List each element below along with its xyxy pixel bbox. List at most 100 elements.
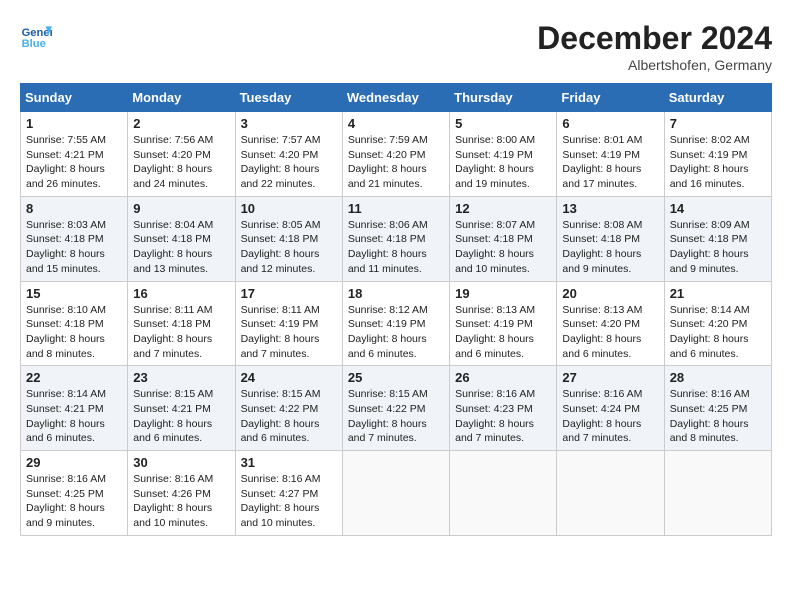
table-row: 30 Sunrise: 8:16 AMSunset: 4:26 PMDaylig…: [128, 451, 235, 536]
table-row: 29 Sunrise: 8:16 AMSunset: 4:25 PMDaylig…: [21, 451, 128, 536]
table-row: 14 Sunrise: 8:09 AMSunset: 4:18 PMDaylig…: [664, 196, 771, 281]
day-info: Sunrise: 8:00 AMSunset: 4:19 PMDaylight:…: [455, 133, 551, 192]
title-block: December 2024 Albertshofen, Germany: [537, 20, 772, 73]
table-row: 10 Sunrise: 8:05 AMSunset: 4:18 PMDaylig…: [235, 196, 342, 281]
day-info: Sunrise: 8:16 AMSunset: 4:25 PMDaylight:…: [670, 387, 766, 446]
table-row: 23 Sunrise: 8:15 AMSunset: 4:21 PMDaylig…: [128, 366, 235, 451]
table-row: 11 Sunrise: 8:06 AMSunset: 4:18 PMDaylig…: [342, 196, 449, 281]
table-row: 31 Sunrise: 8:16 AMSunset: 4:27 PMDaylig…: [235, 451, 342, 536]
day-info: Sunrise: 8:14 AMSunset: 4:21 PMDaylight:…: [26, 387, 122, 446]
day-info: Sunrise: 8:07 AMSunset: 4:18 PMDaylight:…: [455, 218, 551, 277]
table-row: [450, 451, 557, 536]
day-info: Sunrise: 8:16 AMSunset: 4:24 PMDaylight:…: [562, 387, 658, 446]
day-number: 31: [241, 455, 337, 470]
day-info: Sunrise: 7:55 AMSunset: 4:21 PMDaylight:…: [26, 133, 122, 192]
day-info: Sunrise: 8:16 AMSunset: 4:25 PMDaylight:…: [26, 472, 122, 531]
day-number: 30: [133, 455, 229, 470]
day-info: Sunrise: 8:13 AMSunset: 4:20 PMDaylight:…: [562, 303, 658, 362]
table-row: 1 Sunrise: 7:55 AMSunset: 4:21 PMDayligh…: [21, 112, 128, 197]
calendar-header-row: Sunday Monday Tuesday Wednesday Thursday…: [21, 84, 772, 112]
day-number: 4: [348, 116, 444, 131]
table-row: 3 Sunrise: 7:57 AMSunset: 4:20 PMDayligh…: [235, 112, 342, 197]
day-info: Sunrise: 8:11 AMSunset: 4:19 PMDaylight:…: [241, 303, 337, 362]
table-row: [664, 451, 771, 536]
table-row: 12 Sunrise: 8:07 AMSunset: 4:18 PMDaylig…: [450, 196, 557, 281]
day-info: Sunrise: 8:15 AMSunset: 4:22 PMDaylight:…: [241, 387, 337, 446]
header-monday: Monday: [128, 84, 235, 112]
table-row: 5 Sunrise: 8:00 AMSunset: 4:19 PMDayligh…: [450, 112, 557, 197]
day-number: 11: [348, 201, 444, 216]
day-number: 29: [26, 455, 122, 470]
table-row: 4 Sunrise: 7:59 AMSunset: 4:20 PMDayligh…: [342, 112, 449, 197]
table-row: 20 Sunrise: 8:13 AMSunset: 4:20 PMDaylig…: [557, 281, 664, 366]
day-number: 28: [670, 370, 766, 385]
day-info: Sunrise: 8:02 AMSunset: 4:19 PMDaylight:…: [670, 133, 766, 192]
day-number: 8: [26, 201, 122, 216]
day-number: 27: [562, 370, 658, 385]
day-number: 17: [241, 286, 337, 301]
day-info: Sunrise: 7:59 AMSunset: 4:20 PMDaylight:…: [348, 133, 444, 192]
calendar-week-row: 22 Sunrise: 8:14 AMSunset: 4:21 PMDaylig…: [21, 366, 772, 451]
table-row: 9 Sunrise: 8:04 AMSunset: 4:18 PMDayligh…: [128, 196, 235, 281]
day-info: Sunrise: 8:08 AMSunset: 4:18 PMDaylight:…: [562, 218, 658, 277]
table-row: 2 Sunrise: 7:56 AMSunset: 4:20 PMDayligh…: [128, 112, 235, 197]
day-number: 23: [133, 370, 229, 385]
day-info: Sunrise: 8:01 AMSunset: 4:19 PMDaylight:…: [562, 133, 658, 192]
page-header: General Blue December 2024 Albertshofen,…: [20, 20, 772, 73]
day-info: Sunrise: 8:06 AMSunset: 4:18 PMDaylight:…: [348, 218, 444, 277]
day-info: Sunrise: 8:13 AMSunset: 4:19 PMDaylight:…: [455, 303, 551, 362]
day-number: 15: [26, 286, 122, 301]
day-number: 7: [670, 116, 766, 131]
day-info: Sunrise: 8:15 AMSunset: 4:22 PMDaylight:…: [348, 387, 444, 446]
day-number: 13: [562, 201, 658, 216]
day-number: 18: [348, 286, 444, 301]
header-sunday: Sunday: [21, 84, 128, 112]
day-info: Sunrise: 8:12 AMSunset: 4:19 PMDaylight:…: [348, 303, 444, 362]
day-number: 25: [348, 370, 444, 385]
day-number: 3: [241, 116, 337, 131]
table-row: 27 Sunrise: 8:16 AMSunset: 4:24 PMDaylig…: [557, 366, 664, 451]
calendar-week-row: 1 Sunrise: 7:55 AMSunset: 4:21 PMDayligh…: [21, 112, 772, 197]
day-info: Sunrise: 7:57 AMSunset: 4:20 PMDaylight:…: [241, 133, 337, 192]
header-wednesday: Wednesday: [342, 84, 449, 112]
table-row: 7 Sunrise: 8:02 AMSunset: 4:19 PMDayligh…: [664, 112, 771, 197]
header-thursday: Thursday: [450, 84, 557, 112]
table-row: 6 Sunrise: 8:01 AMSunset: 4:19 PMDayligh…: [557, 112, 664, 197]
table-row: 28 Sunrise: 8:16 AMSunset: 4:25 PMDaylig…: [664, 366, 771, 451]
table-row: 18 Sunrise: 8:12 AMSunset: 4:19 PMDaylig…: [342, 281, 449, 366]
day-number: 9: [133, 201, 229, 216]
table-row: 25 Sunrise: 8:15 AMSunset: 4:22 PMDaylig…: [342, 366, 449, 451]
logo-icon: General Blue: [20, 20, 52, 52]
header-tuesday: Tuesday: [235, 84, 342, 112]
day-number: 20: [562, 286, 658, 301]
calendar-week-row: 29 Sunrise: 8:16 AMSunset: 4:25 PMDaylig…: [21, 451, 772, 536]
day-info: Sunrise: 8:14 AMSunset: 4:20 PMDaylight:…: [670, 303, 766, 362]
svg-text:Blue: Blue: [22, 38, 46, 50]
day-info: Sunrise: 8:15 AMSunset: 4:21 PMDaylight:…: [133, 387, 229, 446]
table-row: 24 Sunrise: 8:15 AMSunset: 4:22 PMDaylig…: [235, 366, 342, 451]
table-row: 26 Sunrise: 8:16 AMSunset: 4:23 PMDaylig…: [450, 366, 557, 451]
day-number: 6: [562, 116, 658, 131]
day-number: 14: [670, 201, 766, 216]
day-info: Sunrise: 8:16 AMSunset: 4:23 PMDaylight:…: [455, 387, 551, 446]
table-row: 17 Sunrise: 8:11 AMSunset: 4:19 PMDaylig…: [235, 281, 342, 366]
logo: General Blue: [20, 20, 52, 52]
day-number: 24: [241, 370, 337, 385]
day-info: Sunrise: 8:09 AMSunset: 4:18 PMDaylight:…: [670, 218, 766, 277]
day-info: Sunrise: 8:03 AMSunset: 4:18 PMDaylight:…: [26, 218, 122, 277]
location: Albertshofen, Germany: [537, 57, 772, 73]
day-info: Sunrise: 7:56 AMSunset: 4:20 PMDaylight:…: [133, 133, 229, 192]
table-row: 21 Sunrise: 8:14 AMSunset: 4:20 PMDaylig…: [664, 281, 771, 366]
table-row: [342, 451, 449, 536]
day-number: 22: [26, 370, 122, 385]
calendar-week-row: 15 Sunrise: 8:10 AMSunset: 4:18 PMDaylig…: [21, 281, 772, 366]
day-info: Sunrise: 8:11 AMSunset: 4:18 PMDaylight:…: [133, 303, 229, 362]
day-info: Sunrise: 8:04 AMSunset: 4:18 PMDaylight:…: [133, 218, 229, 277]
table-row: 13 Sunrise: 8:08 AMSunset: 4:18 PMDaylig…: [557, 196, 664, 281]
day-number: 1: [26, 116, 122, 131]
day-info: Sunrise: 8:16 AMSunset: 4:27 PMDaylight:…: [241, 472, 337, 531]
table-row: 8 Sunrise: 8:03 AMSunset: 4:18 PMDayligh…: [21, 196, 128, 281]
day-number: 10: [241, 201, 337, 216]
day-number: 2: [133, 116, 229, 131]
table-row: [557, 451, 664, 536]
